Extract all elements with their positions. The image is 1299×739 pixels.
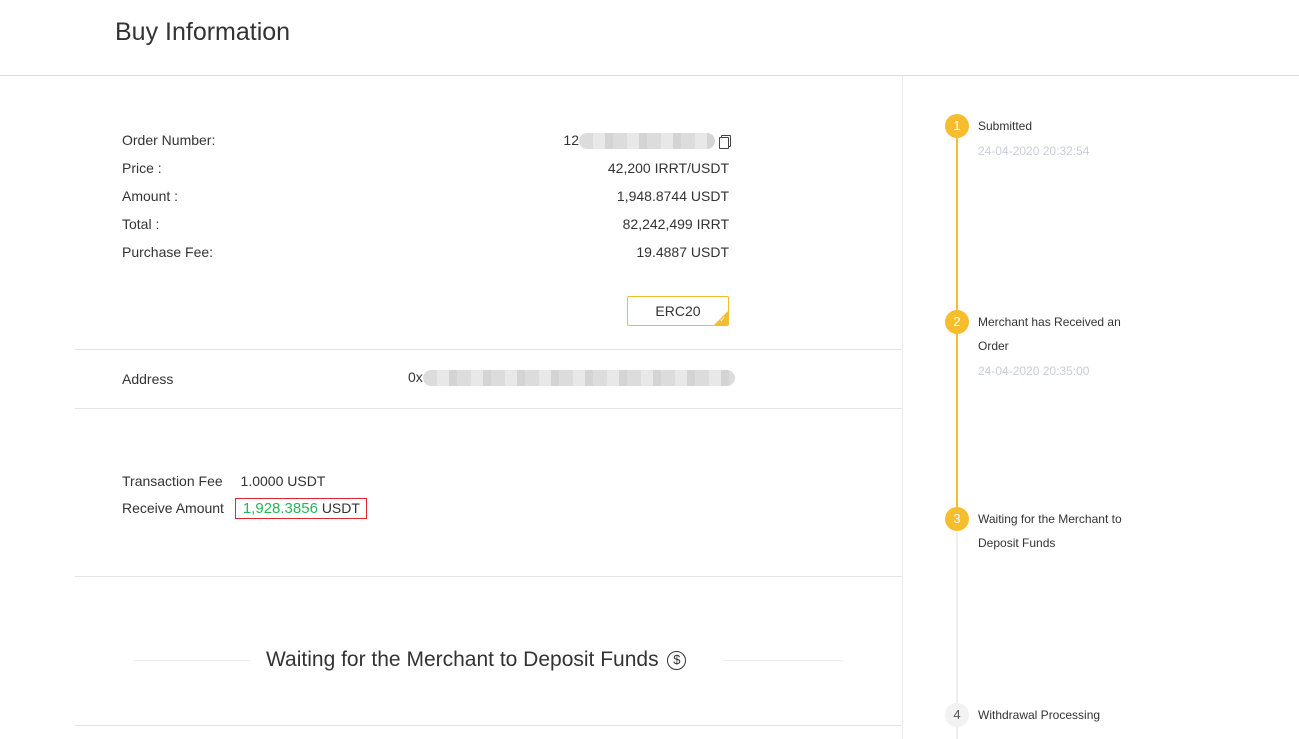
divider	[75, 576, 902, 577]
transaction-fee-row: Transaction Fee 1.0000 USDT	[122, 473, 325, 489]
address-value: 0x	[408, 369, 735, 387]
divider	[75, 725, 902, 726]
step-2-time: 24-04-2020 20:35:00	[978, 364, 1090, 378]
order-number-value: 12	[563, 132, 731, 150]
receive-amount-label: Receive Amount	[122, 500, 224, 516]
page-title: Buy Information	[115, 18, 291, 46]
redacted-order-number	[579, 133, 715, 150]
status-title: Waiting for the Merchant to Deposit Fund…	[266, 648, 659, 671]
address-prefix: 0x	[408, 369, 423, 385]
status-heading: Waiting for the Merchant to Deposit Fund…	[266, 648, 687, 672]
receive-amount-highlight: 1,928.3856 USDT	[234, 498, 367, 519]
check-icon: ✓	[719, 315, 726, 324]
order-details-panel: Order Number: 12 Price : 42,200 IRRT/USD…	[0, 76, 902, 739]
price-label: Price :	[122, 160, 162, 176]
order-number-label: Order Number:	[122, 132, 216, 148]
step-2-badge: 2	[945, 310, 969, 334]
total-value: 82,242,499 IRRT	[622, 216, 729, 232]
redacted-address	[422, 370, 735, 387]
divider	[75, 349, 902, 350]
copy-icon[interactable]	[719, 135, 731, 150]
step-1-time: 24-04-2020 20:32:54	[978, 144, 1090, 158]
amount-value: 1,948.8744 USDT	[616, 188, 729, 204]
price-row: Price : 42,200 IRRT/USDT	[122, 160, 729, 180]
divider	[75, 408, 902, 409]
step-4-badge: 4	[945, 703, 969, 727]
amount-label: Amount :	[122, 188, 179, 204]
step-4-label: Withdrawal Processing	[978, 708, 1101, 722]
dollar-circle-icon: $	[667, 651, 687, 670]
order-number-row: Order Number: 12	[122, 132, 731, 152]
step-2-label: Merchant has Received an Order	[978, 315, 1121, 353]
status-line-right	[722, 660, 842, 661]
status-line-left	[133, 660, 251, 661]
step-3-badge: 3	[945, 507, 969, 531]
network-label: ERC20	[655, 303, 701, 319]
amount-row: Amount : 1,948.8744 USDT	[122, 188, 729, 208]
purchase-fee-value: 19.4887 USDT	[636, 244, 729, 260]
total-row: Total : 82,242,499 IRRT	[122, 216, 729, 236]
address-label: Address	[122, 371, 174, 387]
network-erc20-option[interactable]: ERC20 ✓	[627, 296, 729, 326]
receive-amount-value: 1,928.3856	[242, 500, 318, 517]
receive-amount-unit: USDT	[321, 500, 360, 516]
step-3-label: Waiting for the Merchant to Deposit Fund…	[978, 512, 1122, 550]
purchase-fee-row: Purchase Fee: 19.4887 USDT	[122, 244, 729, 264]
step-1-badge: 1	[945, 114, 969, 138]
step-1-label: Submitted	[978, 119, 1033, 133]
price-value: 42,200 IRRT/USDT	[607, 160, 729, 176]
order-number-prefix: 12	[563, 132, 579, 148]
total-label: Total :	[122, 216, 160, 232]
page-header: Buy Information	[0, 0, 1299, 76]
transaction-fee-label: Transaction Fee	[122, 473, 223, 489]
purchase-fee-label: Purchase Fee:	[122, 244, 214, 260]
sidebar-divider	[902, 76, 903, 739]
receive-amount-row: Receive Amount 1,928.3856 USDT	[122, 498, 367, 519]
transaction-fee-value: 1.0000 USDT	[240, 473, 326, 489]
